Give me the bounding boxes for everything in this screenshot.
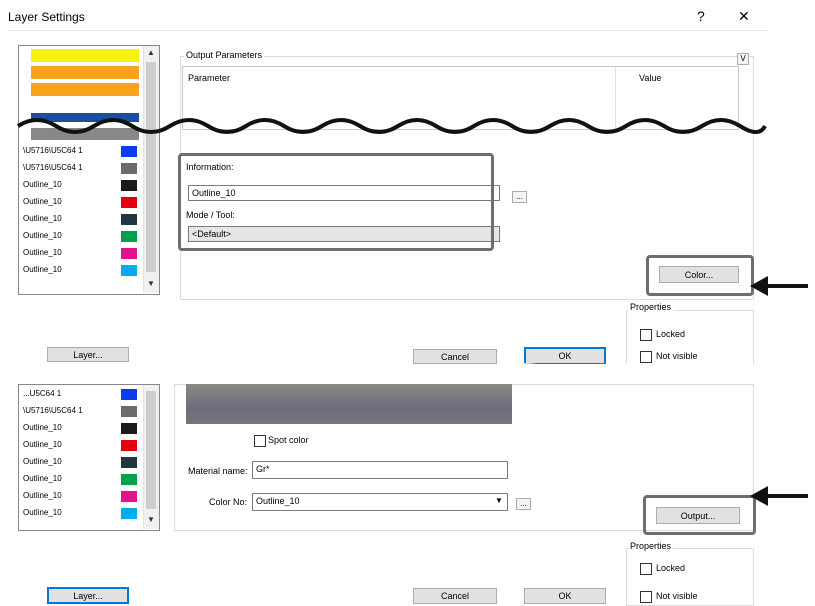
scroll-thumb-bottom[interactable]	[146, 391, 156, 509]
output-parameters-label: Output Parameters	[184, 50, 265, 60]
layer-row[interactable]: Outline_10	[19, 472, 137, 487]
layer-row[interactable]: Outline_10	[19, 178, 137, 193]
chevron-down-icon[interactable]: ▼	[495, 496, 503, 505]
locked-label-bottom: Locked	[656, 563, 686, 573]
help-button[interactable]: ?	[697, 8, 705, 24]
spot-color-checkbox[interactable]	[254, 435, 266, 447]
layer-list-bottom[interactable]: ...U5C64 1 \U5716\U5C64 1 Outline_10 Outlin…	[18, 384, 160, 531]
not-visible-label-bottom: Not visible	[656, 591, 698, 601]
layer-row[interactable]: \U5716\U5C64 1	[19, 144, 137, 159]
color-button-callout-frame	[646, 255, 754, 296]
ok-button-bottom[interactable]: OK	[524, 588, 606, 604]
wave-break-top	[16, 118, 767, 134]
layer-row[interactable]: Outline_10	[19, 263, 137, 278]
close-button[interactable]: ✕	[738, 8, 750, 25]
layer-row[interactable]: \U5716\U5C64 1	[19, 161, 137, 176]
layer-row[interactable]: Outline_10	[19, 229, 137, 244]
arrow-left-icon	[750, 276, 808, 296]
layer-row[interactable]: Outline_10	[19, 246, 137, 261]
properties-label-top: Properties	[628, 302, 674, 312]
layer-row[interactable]: Outline_10	[19, 195, 137, 210]
col-header-value[interactable]: Value	[639, 73, 661, 83]
color-swatch-orange[interactable]	[31, 83, 139, 96]
layer-row[interactable]: Outline_10	[19, 506, 137, 521]
layer-name: \U5716\U5C64 1	[23, 163, 83, 172]
layer-name: Outline_10	[23, 457, 62, 466]
layer-list-scrollbar[interactable]: ▲ ▼	[143, 46, 159, 293]
layer-row[interactable]: Outline_10	[19, 438, 137, 453]
material-name-label: Material name:	[188, 466, 248, 476]
color-swatch-yellow[interactable]	[31, 49, 139, 62]
layer-name: ...U5C64 1	[23, 389, 62, 398]
color-no-label: Color No:	[209, 497, 248, 507]
layer-row[interactable]: Outline_10	[19, 489, 137, 504]
layer-name: Outline_10	[23, 440, 62, 449]
collapse-toggle[interactable]: V	[737, 53, 749, 65]
layer-color-swatch[interactable]	[121, 389, 137, 400]
layer-color-swatch[interactable]	[121, 180, 137, 191]
information-callout-frame	[178, 153, 494, 251]
layer-button-bottom[interactable]: Layer...	[47, 587, 129, 604]
locked-checkbox-bottom[interactable]	[640, 563, 652, 575]
layer-color-swatch[interactable]	[121, 265, 137, 276]
layer-color-swatch[interactable]	[121, 423, 137, 434]
cancel-button-bottom[interactable]: Cancel	[413, 588, 497, 604]
scroll-down-icon[interactable]: ▼	[147, 515, 155, 524]
layer-color-swatch[interactable]	[121, 231, 137, 242]
layer-list-top[interactable]: \U5716\U5C64 1 \U5716\U5C64 1 Outline_10 Ou…	[18, 45, 160, 295]
arrow-left-icon	[750, 486, 808, 506]
layer-row[interactable]: Outline_10	[19, 421, 137, 436]
layer-name: Outline_10	[23, 508, 62, 517]
title-divider	[8, 30, 768, 31]
layer-name: Outline_10	[23, 180, 62, 189]
layer-name: Outline_10	[23, 423, 62, 432]
locked-label-top: Locked	[656, 329, 686, 339]
layer-name: \U5716\U5C64 1	[23, 406, 83, 415]
layer-color-swatch[interactable]	[121, 197, 137, 208]
material-name-field[interactable]: Gr*	[252, 461, 508, 479]
layer-color-swatch[interactable]	[121, 163, 137, 174]
color-swatch-orange[interactable]	[31, 66, 139, 79]
layer-color-swatch[interactable]	[121, 146, 137, 157]
color-no-select[interactable]: Outline_10	[252, 493, 508, 511]
layer-row[interactable]: ...U5C64 1	[19, 387, 137, 402]
information-browse-button[interactable]: ...	[512, 191, 527, 203]
layer-name: Outline_10	[23, 231, 62, 240]
layer-color-swatch[interactable]	[121, 214, 137, 225]
layer-name: Outline_10	[23, 265, 62, 274]
layer-color-swatch[interactable]	[121, 508, 137, 519]
layer-color-swatch[interactable]	[121, 248, 137, 259]
layer-color-swatch[interactable]	[121, 406, 137, 417]
layer-list-scrollbar-bottom[interactable]: ▼	[143, 385, 159, 529]
color-no-browse-button[interactable]: ...	[516, 498, 531, 510]
layer-color-swatch[interactable]	[121, 491, 137, 502]
spot-color-label: Spot color	[268, 435, 309, 445]
layer-name: Outline_10	[23, 248, 62, 257]
properties-label-bottom: Properties	[628, 541, 674, 551]
layer-name: Outline_10	[23, 214, 62, 223]
layer-color-swatch[interactable]	[121, 440, 137, 451]
layer-row[interactable]: Outline_10	[19, 455, 137, 470]
layer-name: Outline_10	[23, 474, 62, 483]
layer-row[interactable]: \U5716\U5C64 1	[19, 404, 137, 419]
layer-row[interactable]: Outline_10	[19, 212, 137, 227]
scroll-down-icon[interactable]: ▼	[147, 279, 155, 288]
scroll-thumb[interactable]	[146, 62, 156, 272]
layer-rows-top: \U5716\U5C64 1 \U5716\U5C64 1 Outline_10 Ou…	[19, 144, 143, 284]
locked-checkbox-top[interactable]	[640, 329, 652, 341]
color-preview-gradient[interactable]	[186, 384, 512, 424]
layer-color-swatch[interactable]	[121, 457, 137, 468]
layer-name: Outline_10	[23, 197, 62, 206]
not-visible-checkbox-bottom[interactable]	[640, 591, 652, 603]
layer-color-swatch[interactable]	[121, 474, 137, 485]
col-header-parameter[interactable]: Parameter	[188, 73, 230, 83]
layer-rows-bottom: ...U5C64 1 \U5716\U5C64 1 Outline_10 Outlin…	[19, 387, 143, 527]
scroll-up-icon[interactable]: ▲	[147, 48, 155, 57]
output-button-callout-frame	[643, 495, 756, 535]
layer-name: \U5716\U5C64 1	[23, 146, 83, 155]
layer-name: Outline_10	[23, 491, 62, 500]
window-title: Layer Settings	[8, 10, 85, 24]
